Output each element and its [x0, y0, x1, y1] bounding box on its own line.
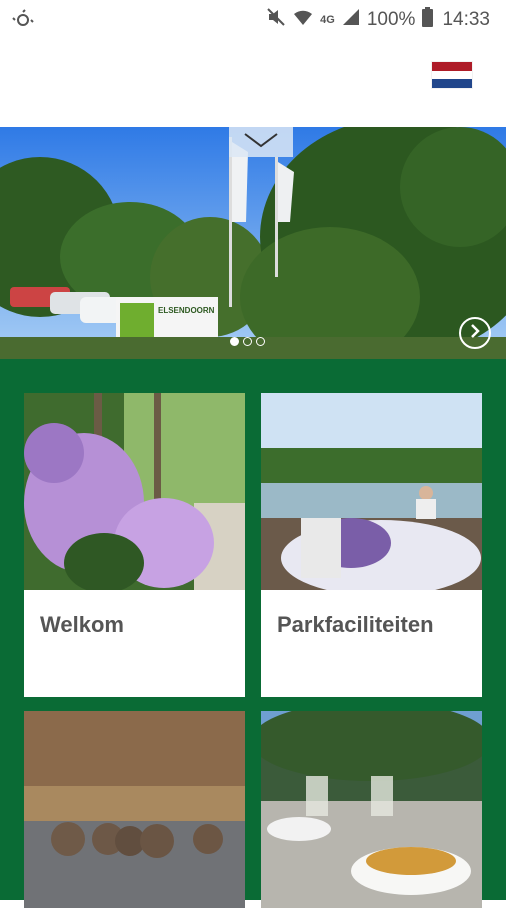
- tile-parkfaciliteiten-image: [261, 393, 482, 590]
- clock: 14:33: [442, 9, 490, 30]
- tile-welkom[interactable]: Welkom: [24, 393, 245, 697]
- carousel-dot[interactable]: [256, 337, 265, 346]
- tile-activities[interactable]: [24, 711, 245, 908]
- mute-icon: [266, 7, 286, 33]
- battery-percent: 100%: [366, 9, 416, 30]
- chevron-down-icon: [241, 131, 281, 154]
- tile-parkfaciliteiten[interactable]: Parkfaciliteiten: [261, 393, 482, 697]
- network-type: 4G: [320, 14, 335, 26]
- carousel-next-button[interactable]: [459, 317, 491, 349]
- hero-carousel[interactable]: ELSENDOORN: [0, 127, 506, 359]
- status-bar: 4G 100% 14:33: [0, 0, 506, 40]
- tile-restaurant-image: [261, 711, 482, 908]
- wifi-icon: [293, 8, 313, 32]
- app-header: [0, 40, 506, 127]
- tile-welkom-image: [24, 393, 245, 590]
- collapse-header-button[interactable]: [229, 127, 293, 157]
- tile-label: Parkfaciliteiten: [277, 611, 434, 637]
- language-flag-icon[interactable]: [432, 62, 472, 89]
- battery-icon: [422, 7, 434, 33]
- carousel-dot[interactable]: [230, 337, 239, 346]
- chevron-right-icon: [467, 323, 483, 344]
- signal-icon: [342, 8, 360, 32]
- tile-restaurant[interactable]: [261, 711, 482, 908]
- hero-sign-text: ELSENDOORN: [158, 306, 215, 315]
- carousel-indicators: [230, 337, 265, 346]
- carousel-dot[interactable]: [243, 337, 252, 346]
- tile-label: Welkom: [40, 611, 124, 637]
- sync-icon: [12, 9, 34, 36]
- tile-activities-image: [24, 711, 245, 908]
